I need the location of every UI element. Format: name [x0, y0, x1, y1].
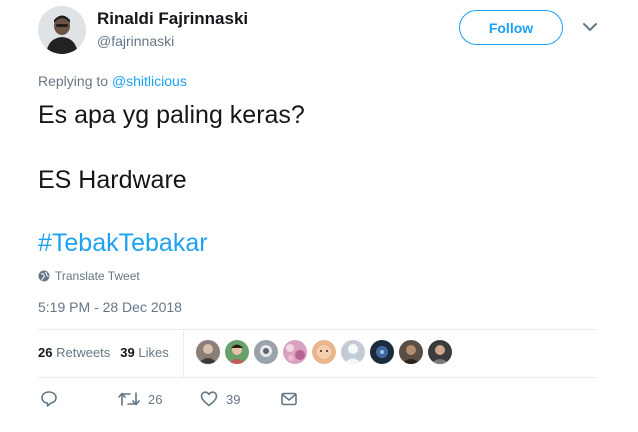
- liker-avatar-1[interactable]: [196, 340, 220, 364]
- globe-icon: [38, 270, 50, 282]
- tweet-stats: 26 Retweets 39 Likes: [38, 345, 179, 360]
- liker-avatar-7[interactable]: [370, 340, 394, 364]
- translate-tweet-link[interactable]: Translate Tweet: [38, 269, 140, 283]
- user-name[interactable]: Rinaldi Fajrinnaski: [97, 9, 248, 29]
- like-count: 39: [226, 391, 241, 407]
- reply-icon: [41, 391, 57, 407]
- hashtag-link[interactable]: #TebakTebakar: [38, 228, 208, 258]
- retweets-count: 26: [38, 345, 53, 360]
- direct-message-button[interactable]: [280, 390, 298, 408]
- translate-label: Translate Tweet: [55, 269, 140, 283]
- stats-divider: [183, 331, 184, 377]
- likes-count: 39: [120, 345, 135, 360]
- retweet-button[interactable]: 26: [118, 390, 162, 408]
- tweet-card: Rinaldi Fajrinnaski @fajrinnaski Follow …: [0, 0, 638, 432]
- user-handle[interactable]: @fajrinnaski: [97, 33, 174, 49]
- like-button[interactable]: 39: [200, 390, 240, 408]
- chevron-down-icon[interactable]: [582, 20, 598, 34]
- retweet-count: 26: [148, 391, 163, 407]
- likes-label: Likes: [138, 345, 169, 360]
- likers-list: [196, 340, 457, 364]
- envelope-icon: [281, 392, 297, 406]
- reply-prefix: Replying to: [38, 73, 112, 89]
- divider: [38, 377, 598, 378]
- tweet-actions: 26 39: [38, 390, 338, 414]
- divider: [38, 329, 598, 330]
- liker-avatar-6[interactable]: [341, 340, 365, 364]
- liker-avatar-4[interactable]: [283, 340, 307, 364]
- retweets-label: Retweets: [56, 345, 111, 360]
- liker-avatar-2[interactable]: [225, 340, 249, 364]
- reply-context: Replying to @shitlicious: [38, 73, 187, 89]
- follow-button[interactable]: Follow: [459, 10, 563, 45]
- tweet-timestamp[interactable]: 5:19 PM - 28 Dec 2018: [38, 299, 182, 315]
- tweet-text-line-1: Es apa yg paling keras?: [38, 101, 305, 129]
- heart-icon: [200, 391, 218, 407]
- likes-stat[interactable]: 39 Likes: [120, 345, 168, 360]
- tweet-text-line-2: ES Hardware: [38, 166, 187, 194]
- retweets-stat[interactable]: 26 Retweets: [38, 345, 110, 360]
- retweet-icon: [118, 392, 140, 406]
- liker-avatar-3[interactable]: [254, 340, 278, 364]
- user-avatar-image: [38, 6, 86, 54]
- liker-avatar-5[interactable]: [312, 340, 336, 364]
- liker-avatar-8[interactable]: [399, 340, 423, 364]
- reply-target-link[interactable]: @shitlicious: [112, 73, 187, 89]
- liker-avatar-9[interactable]: [428, 340, 452, 364]
- reply-button[interactable]: [40, 390, 58, 408]
- user-avatar[interactable]: [38, 6, 86, 54]
